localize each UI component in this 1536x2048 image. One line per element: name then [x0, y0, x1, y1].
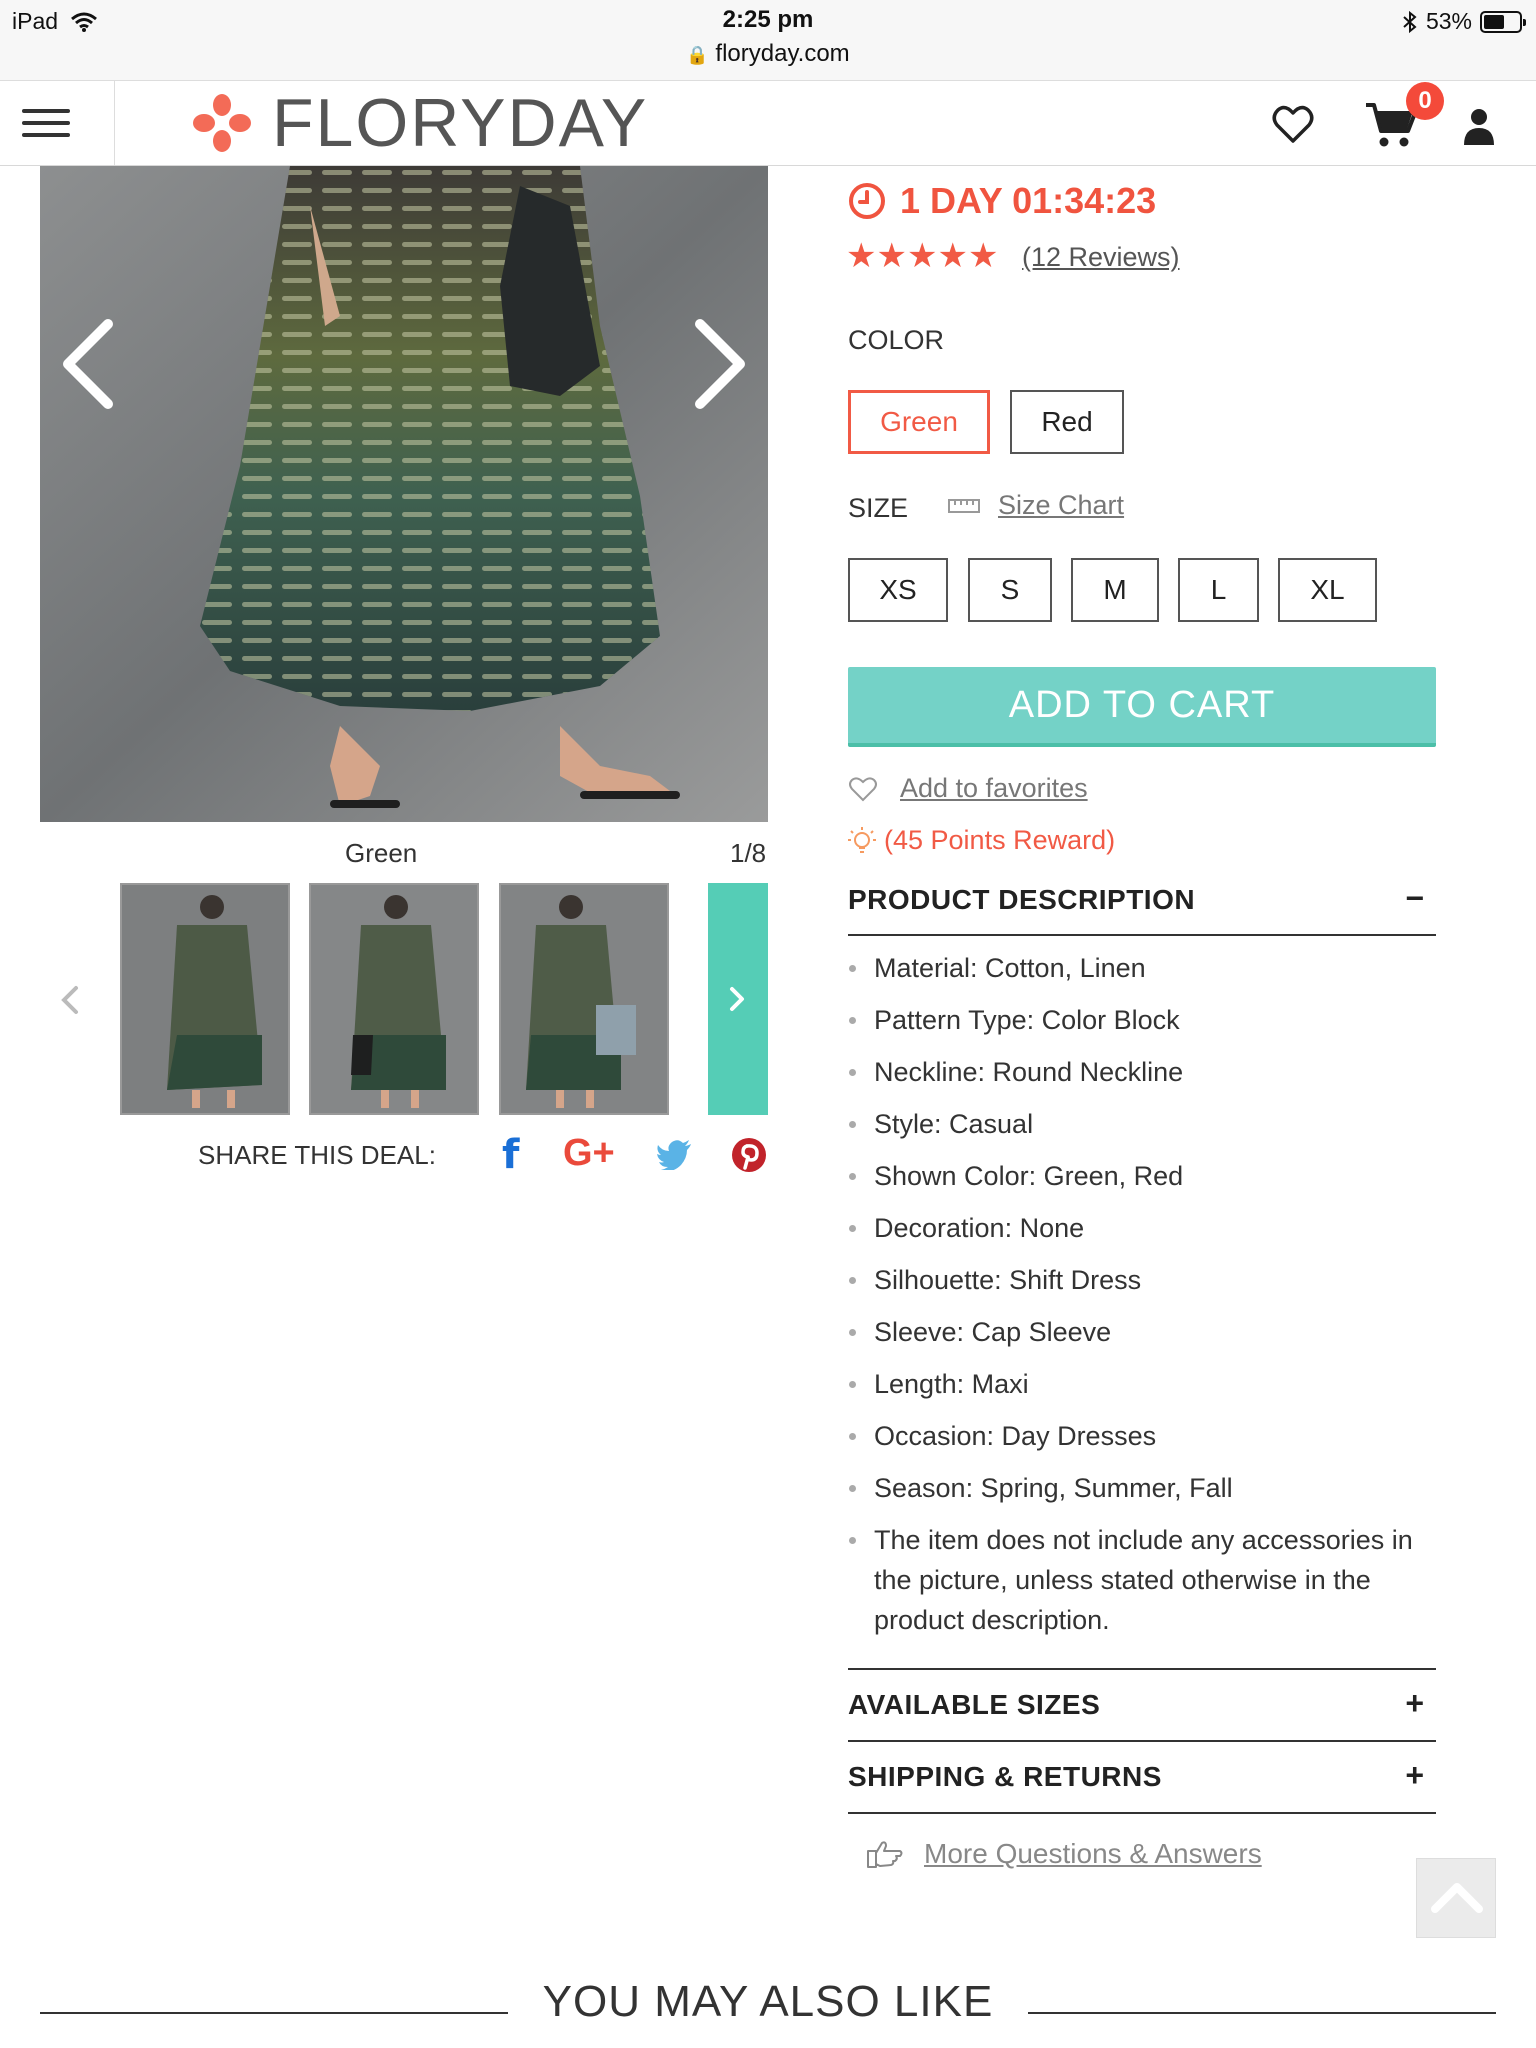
share-label: SHARE THIS DEAL: — [198, 1140, 436, 1170]
collapse-icon: − — [1405, 880, 1424, 916]
battery-icon — [1480, 10, 1526, 33]
thumbnails-prev-icon[interactable] — [56, 980, 86, 1020]
size-chart-link[interactable]: Size Chart — [948, 490, 1124, 521]
size-option-xs[interactable]: XS — [848, 558, 948, 622]
site-header: FLORYDAY — [0, 80, 1536, 166]
reviews-link[interactable]: (12 Reviews) — [1022, 242, 1180, 273]
heart-outline-icon — [849, 776, 877, 801]
flower-logo-icon — [193, 94, 251, 152]
product-photo — [40, 166, 768, 822]
description-item: Pattern Type: Color Block — [848, 1000, 1438, 1040]
heart-icon[interactable] — [1272, 105, 1314, 145]
divider — [848, 1740, 1436, 1742]
also-like-title: YOU MAY ALSO LIKE — [542, 1977, 994, 2026]
description-item: Material: Cotton, Linen — [848, 948, 1438, 988]
thumbnail-3[interactable] — [499, 883, 669, 1115]
previous-image-arrow-icon[interactable] — [40, 284, 180, 444]
description-item: Sleeve: Cap Sleeve — [848, 1312, 1438, 1352]
description-item: Length: Maxi — [848, 1364, 1438, 1404]
more-questions-link[interactable]: More Questions & Answers — [866, 1838, 1262, 1870]
add-to-favorites-link[interactable]: Add to favorites — [848, 773, 1088, 804]
menu-button[interactable] — [0, 81, 115, 165]
star-icon: ★ — [906, 237, 938, 275]
available-sizes-title: AVAILABLE SIZES — [848, 1689, 1101, 1720]
thumbnail-photo — [122, 885, 288, 1113]
lock-icon: 🔒 — [686, 45, 709, 65]
star-icon: ★ — [876, 237, 907, 275]
description-list: Material: Cotton, Linen Pattern Type: Co… — [848, 948, 1438, 1652]
twitter-icon[interactable] — [656, 1140, 692, 1170]
bluetooth-icon — [1403, 10, 1417, 33]
description-item: Decoration: None — [848, 1208, 1438, 1248]
description-item: Silhouette: Shift Dress — [848, 1260, 1438, 1300]
image-counter: 1/8 — [730, 838, 767, 868]
brand-name: FLORYDAY — [272, 85, 649, 161]
add-to-cart-button[interactable]: ADD TO CART — [848, 667, 1436, 747]
size-chart-label: Size Chart — [998, 490, 1125, 520]
selected-color-caption: Green — [345, 838, 418, 868]
product-main-image[interactable] — [40, 166, 768, 822]
pinterest-icon[interactable] — [731, 1137, 767, 1173]
product-description-header[interactable]: PRODUCT DESCRIPTION − — [848, 880, 1436, 954]
thumbnail-2[interactable] — [309, 883, 479, 1115]
thumbnail-photo — [311, 885, 477, 1113]
thumbnail-photo — [501, 885, 667, 1113]
rating-stars: ★★★★★ — [846, 236, 998, 276]
google-plus-icon[interactable]: G+ — [563, 1132, 615, 1175]
status-bar: iPad 2:25 pm 🔒 floryday.com 53% — [0, 0, 1536, 80]
brand-logo[interactable]: FLORYDAY — [190, 85, 649, 161]
shipping-returns-header[interactable]: SHIPPING & RETURNS + — [848, 1757, 1436, 1831]
thumbnails-next-button[interactable] — [708, 883, 768, 1115]
status-right: 53% — [1402, 8, 1526, 35]
description-item: Neckline: Round Neckline — [848, 1052, 1438, 1092]
pointing-hand-icon — [867, 1841, 903, 1868]
also-like-section: YOU MAY ALSO LIKE — [0, 1975, 1536, 2035]
expand-icon: + — [1405, 1757, 1424, 1793]
clock-icon — [849, 183, 885, 219]
available-sizes-header[interactable]: AVAILABLE SIZES + — [848, 1685, 1436, 1759]
description-item: Shown Color: Green, Red — [848, 1156, 1438, 1196]
back-to-top-button[interactable] — [1416, 1858, 1496, 1938]
cart-count-badge: 0 — [1406, 82, 1444, 120]
color-label: COLOR — [848, 325, 945, 355]
description-item: Season: Spring, Summer, Fall — [848, 1468, 1438, 1508]
battery-percent: 53% — [1425, 8, 1472, 34]
add-to-favorites-label: Add to favorites — [900, 773, 1088, 803]
points-reward: (45 Points Reward) — [848, 825, 1115, 856]
address-bar[interactable]: 🔒 floryday.com — [0, 40, 1536, 68]
expand-icon: + — [1405, 1685, 1424, 1721]
status-time: 2:25 pm — [722, 6, 814, 33]
star-icon: ★ — [937, 237, 968, 275]
lightbulb-icon — [848, 826, 876, 853]
thumbnail-1[interactable] — [120, 883, 290, 1115]
divider — [848, 934, 1436, 936]
countdown-timer: 1 DAY 01:34:23 — [900, 180, 1157, 221]
facebook-icon[interactable]: f — [502, 1132, 519, 1178]
divider — [848, 1668, 1436, 1670]
size-option-s[interactable]: S — [968, 558, 1052, 622]
more-questions-label: More Questions & Answers — [924, 1838, 1262, 1869]
address-url: floryday.com — [715, 40, 850, 67]
description-item: Occasion: Day Dresses — [848, 1416, 1438, 1456]
ruler-icon — [948, 498, 980, 513]
deal-countdown: 1 DAY 01:34:23 — [848, 180, 1156, 222]
shipping-returns-title: SHIPPING & RETURNS — [848, 1761, 1162, 1792]
star-icon: ★ — [967, 237, 999, 275]
color-option-red[interactable]: Red — [1010, 390, 1124, 454]
size-option-xl[interactable]: XL — [1278, 558, 1377, 622]
size-option-l[interactable]: L — [1178, 558, 1259, 622]
points-reward-label: (45 Points Reward) — [884, 825, 1116, 855]
description-item: The item does not include any accessorie… — [848, 1520, 1438, 1640]
size-option-m[interactable]: M — [1071, 558, 1159, 622]
color-option-green[interactable]: Green — [848, 390, 990, 454]
size-label: SIZE — [848, 493, 909, 523]
divider — [848, 1812, 1436, 1814]
product-description-title: PRODUCT DESCRIPTION — [848, 884, 1196, 915]
chevron-right-icon — [730, 987, 744, 1011]
chevron-up-icon — [1431, 1883, 1483, 1913]
user-icon[interactable] — [1462, 107, 1496, 147]
star-icon: ★ — [846, 237, 877, 275]
next-image-arrow-icon[interactable] — [668, 284, 768, 444]
description-item: Style: Casual — [848, 1104, 1438, 1144]
